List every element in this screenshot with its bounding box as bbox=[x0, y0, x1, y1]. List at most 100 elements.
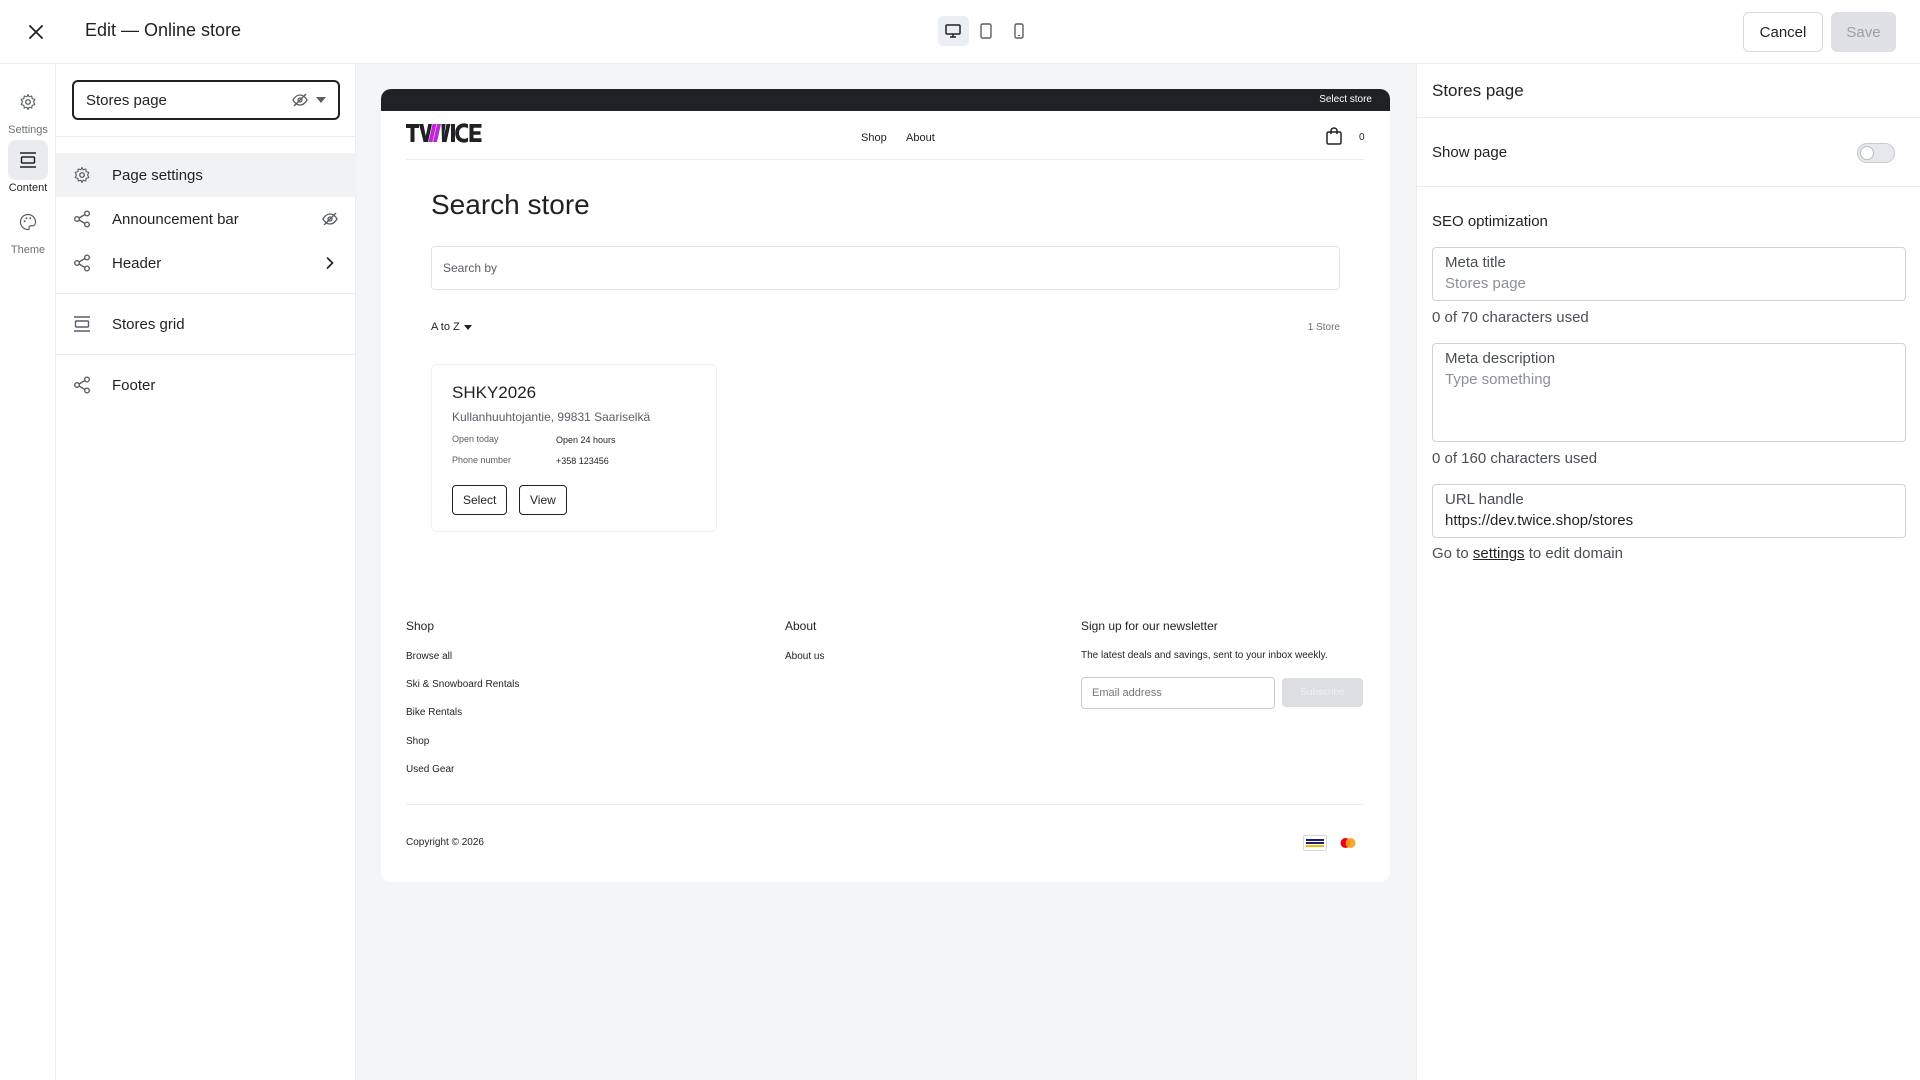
settings-link[interactable]: settings bbox=[1473, 545, 1525, 562]
url-handle-field[interactable]: URL handle https://dev.twice.shop/stores bbox=[1432, 484, 1906, 538]
divider bbox=[1417, 117, 1920, 118]
sort-label: A to Z bbox=[431, 321, 460, 333]
footer-link[interactable]: Browse all bbox=[406, 651, 452, 662]
section-announcement-bar[interactable]: Announcement bar bbox=[56, 197, 356, 241]
meta-title-label: Meta title bbox=[1445, 254, 1506, 271]
sections-panel: Stores page Page settings Announcement b… bbox=[56, 64, 356, 1080]
open-value: Open 24 hours bbox=[556, 435, 616, 445]
settings-title: Stores page bbox=[1432, 81, 1524, 100]
sections-icon bbox=[74, 316, 90, 332]
meta-title-hint: 0 of 70 characters used bbox=[1432, 309, 1589, 326]
store-name: SHKY2026 bbox=[452, 383, 537, 402]
meta-description-label: Meta description bbox=[1445, 350, 1556, 367]
rail-label-content: Content bbox=[8, 182, 48, 194]
twice-logo-icon bbox=[406, 123, 482, 143]
section-label: Announcement bar bbox=[112, 210, 239, 228]
visa-icon bbox=[1303, 835, 1327, 851]
rail-label-settings: Settings bbox=[8, 124, 48, 136]
cart-icon[interactable] bbox=[1326, 127, 1342, 150]
url-handle-value: https://dev.twice.shop/stores bbox=[1445, 512, 1634, 529]
view-store-button[interactable]: View bbox=[519, 485, 567, 515]
url-handle-label: URL handle bbox=[1445, 491, 1524, 508]
section-footer[interactable]: Footer bbox=[56, 363, 356, 407]
toggle-knob bbox=[1860, 146, 1874, 160]
divider bbox=[56, 293, 356, 294]
domain-hint-pre: Go to bbox=[1432, 545, 1469, 562]
cancel-button[interactable]: Cancel bbox=[1743, 12, 1823, 52]
newsletter-text: The latest deals and savings, sent to yo… bbox=[1081, 650, 1328, 661]
footer-shop-heading: Shop bbox=[406, 619, 435, 633]
domain-hint: Go to settings to edit domain bbox=[1432, 545, 1623, 562]
section-label: Header bbox=[112, 254, 162, 272]
cart-count: 0 bbox=[1359, 132, 1365, 143]
meta-title-field[interactable]: Meta title Stores page bbox=[1432, 247, 1906, 301]
sections-icon bbox=[20, 152, 36, 168]
subscribe-button[interactable]: Subscribe bbox=[1282, 678, 1363, 707]
section-stores-grid[interactable]: Stores grid bbox=[56, 302, 356, 346]
settings-panel: Stores page Show page SEO optimization M… bbox=[1416, 64, 1920, 1080]
save-button[interactable]: Save bbox=[1831, 12, 1896, 52]
store-logo[interactable] bbox=[406, 123, 486, 148]
gear-icon bbox=[74, 166, 90, 184]
footer-link[interactable]: About us bbox=[785, 651, 824, 662]
store-search-input[interactable]: Search by bbox=[431, 246, 1340, 290]
select-store-button[interactable]: Select bbox=[452, 485, 508, 515]
sort-dropdown[interactable]: A to Z bbox=[431, 321, 472, 333]
palette-icon bbox=[19, 213, 37, 231]
section-page-settings[interactable]: Page settings bbox=[56, 153, 356, 197]
footer-link[interactable]: Ski & Snowboard Rentals bbox=[406, 679, 519, 690]
footer-link[interactable]: Bike Rentals bbox=[406, 707, 462, 718]
announcement-bar[interactable]: Select store bbox=[381, 89, 1390, 111]
section-label: Footer bbox=[112, 376, 156, 394]
top-bar: Edit — Online store Cancel Save bbox=[0, 0, 1920, 64]
share-icon bbox=[74, 254, 90, 272]
page-select[interactable]: Stores page bbox=[72, 80, 340, 120]
copyright-text: Copyright © 2026 bbox=[406, 837, 484, 848]
store-count: 1 Store bbox=[1307, 322, 1340, 333]
close-icon bbox=[29, 25, 43, 39]
announcement-text[interactable]: Select store bbox=[1319, 94, 1372, 105]
desktop-icon bbox=[945, 24, 962, 38]
share-icon bbox=[74, 210, 90, 228]
meta-description-field[interactable]: Meta description Type something bbox=[1432, 343, 1906, 442]
chevron-down-icon bbox=[463, 324, 472, 330]
rail-item-theme[interactable]: Theme bbox=[0, 202, 56, 256]
footer-divider bbox=[406, 804, 1365, 805]
newsletter-email-input[interactable] bbox=[1081, 677, 1275, 709]
open-label: Open today bbox=[452, 434, 499, 444]
device-switcher bbox=[936, 14, 1036, 48]
hidden-eye-icon bbox=[292, 93, 308, 107]
close-button[interactable] bbox=[24, 20, 48, 44]
mobile-icon bbox=[1013, 23, 1024, 39]
page-select-value: Stores page bbox=[86, 91, 167, 109]
footer-about-heading: About bbox=[785, 619, 817, 633]
show-page-label: Show page bbox=[1432, 144, 1508, 161]
rail-item-content[interactable]: Content bbox=[0, 140, 56, 194]
meta-description-placeholder: Type something bbox=[1445, 371, 1551, 388]
nav-link-about[interactable]: About bbox=[906, 132, 935, 144]
footer-link[interactable]: Shop bbox=[406, 736, 429, 747]
divider bbox=[56, 354, 356, 355]
section-label: Page settings bbox=[112, 166, 203, 184]
mobile-view-button[interactable] bbox=[1003, 16, 1034, 46]
chevron-right-icon bbox=[320, 253, 340, 273]
rail-item-settings[interactable]: Settings bbox=[0, 82, 56, 136]
tablet-view-button[interactable] bbox=[971, 16, 1002, 46]
page-title: Search store bbox=[431, 189, 590, 220]
phone-label: Phone number bbox=[452, 455, 512, 465]
tablet-icon bbox=[980, 23, 992, 39]
domain-hint-post: to edit domain bbox=[1528, 545, 1623, 562]
newsletter-heading: Sign up for our newsletter bbox=[1081, 619, 1218, 633]
section-label: Stores grid bbox=[112, 315, 185, 333]
footer-link[interactable]: Used Gear bbox=[406, 764, 454, 775]
meta-title-placeholder: Stores page bbox=[1445, 275, 1526, 292]
hidden-eye-icon[interactable] bbox=[320, 209, 340, 229]
section-header[interactable]: Header bbox=[56, 241, 356, 285]
gear-icon bbox=[20, 93, 36, 111]
show-page-toggle[interactable] bbox=[1857, 143, 1895, 163]
desktop-view-button[interactable] bbox=[938, 16, 969, 46]
nav-link-shop[interactable]: Shop bbox=[861, 132, 887, 144]
mastercard-icon bbox=[1336, 835, 1360, 851]
rail-label-theme: Theme bbox=[10, 244, 46, 256]
seo-heading: SEO optimization bbox=[1432, 213, 1548, 230]
